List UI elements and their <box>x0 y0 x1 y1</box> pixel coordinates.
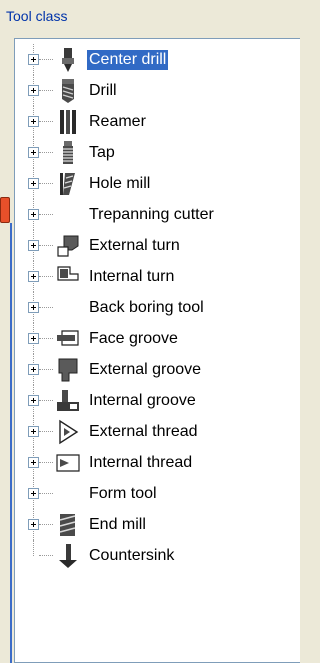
internal-thread-icon <box>55 450 81 476</box>
tree-connector <box>39 121 53 122</box>
tap-icon <box>55 140 81 166</box>
expand-plus-icon[interactable] <box>28 364 39 375</box>
tree-connector <box>39 90 53 91</box>
tree-item[interactable]: Reamer <box>15 106 301 137</box>
expand-plus-icon[interactable] <box>28 395 39 406</box>
tree-item-label: External turn <box>89 237 180 254</box>
tree-item[interactable]: End mill <box>15 509 301 540</box>
tree-item-label: Form tool <box>89 485 157 502</box>
panel-title: Tool class <box>6 8 68 24</box>
external-groove-icon <box>55 357 81 383</box>
tree-item-label: Center drill <box>87 50 169 70</box>
expand-plus-icon[interactable] <box>28 116 39 127</box>
tree-connector <box>39 400 53 401</box>
internal-turn-icon <box>55 264 81 290</box>
face-groove-icon <box>55 326 81 352</box>
reamer-icon <box>55 109 81 135</box>
tree-connector <box>39 493 53 494</box>
tree-item-label: Countersink <box>89 547 175 564</box>
tree-item[interactable]: External thread <box>15 416 301 447</box>
tree-item-label: Internal thread <box>89 454 193 471</box>
tree-connector <box>39 338 53 339</box>
panel-header: Tool class <box>0 0 300 38</box>
tree-item[interactable]: Hole mill <box>15 168 301 199</box>
expand-plus-icon[interactable] <box>28 519 39 530</box>
expand-plus-icon[interactable] <box>28 240 39 251</box>
tree-item[interactable]: Center drill <box>15 44 301 75</box>
expand-plus-icon[interactable] <box>28 302 39 313</box>
tree-connector <box>39 555 53 556</box>
tree-item-label: Back boring tool <box>89 299 204 316</box>
tree-item-label: Face groove <box>89 330 178 347</box>
tree-connector <box>39 369 53 370</box>
tree-item[interactable]: Drill <box>15 75 301 106</box>
end-mill-icon <box>55 512 81 538</box>
expand-plus-icon[interactable] <box>28 271 39 282</box>
expand-plus-icon[interactable] <box>28 147 39 158</box>
tree-item-label: External thread <box>89 423 198 440</box>
tree-item-label: External groove <box>89 361 202 378</box>
tree-item-label: Internal turn <box>89 268 175 285</box>
drill-icon <box>55 78 81 104</box>
tree-item[interactable]: Back boring tool <box>15 292 301 323</box>
tree-item[interactable]: External groove <box>15 354 301 385</box>
expand-plus-icon[interactable] <box>28 426 39 437</box>
tree-item[interactable]: Internal turn <box>15 261 301 292</box>
left-window-border <box>10 223 12 663</box>
expand-plus-icon[interactable] <box>28 488 39 499</box>
expand-plus-icon[interactable] <box>28 85 39 96</box>
tree-item-label: End mill <box>89 516 146 533</box>
external-thread-icon <box>55 419 81 445</box>
tree-item-label: Tap <box>89 144 115 161</box>
tree-connector <box>39 183 53 184</box>
expand-plus-icon[interactable] <box>28 178 39 189</box>
tree-connector <box>33 540 34 556</box>
center-drill-icon <box>55 47 81 73</box>
tree-connector <box>39 245 53 246</box>
tree-item[interactable]: Internal groove <box>15 385 301 416</box>
tree-connector <box>39 431 53 432</box>
tree-item[interactable]: Form tool <box>15 478 301 509</box>
tree-item-label: Hole mill <box>89 175 151 192</box>
expand-plus-icon[interactable] <box>28 333 39 344</box>
tree-connector <box>39 152 53 153</box>
tree-item-label: Trepanning cutter <box>89 206 214 223</box>
hole-mill-icon <box>55 171 81 197</box>
tree-item-label: Drill <box>89 82 117 99</box>
tree-connector <box>39 59 53 60</box>
tree-connector <box>39 524 53 525</box>
tree-connector <box>39 307 53 308</box>
tree-item[interactable]: Face groove <box>15 323 301 354</box>
tree-item[interactable]: Trepanning cutter <box>15 199 301 230</box>
left-window-tab[interactable] <box>0 197 10 223</box>
tree-connector <box>39 214 53 215</box>
external-turn-icon <box>55 233 81 259</box>
tree-item[interactable]: External turn <box>15 230 301 261</box>
tree-connector <box>39 276 53 277</box>
left-window-edge <box>0 38 8 663</box>
expand-plus-icon[interactable] <box>28 209 39 220</box>
tool-class-tree[interactable]: Center drill Drill Reamer Tap Hole mill Trepa… <box>14 38 300 663</box>
expand-plus-icon[interactable] <box>28 457 39 468</box>
tree-item[interactable]: Internal thread <box>15 447 301 478</box>
countersink-icon <box>55 543 81 569</box>
tree-connector <box>39 462 53 463</box>
expand-plus-icon[interactable] <box>28 54 39 65</box>
tree-item[interactable]: Tap <box>15 137 301 168</box>
internal-groove-icon <box>55 388 81 414</box>
tree-item[interactable]: Countersink <box>15 540 301 571</box>
tree-item-label: Reamer <box>89 113 146 130</box>
tree-item-label: Internal groove <box>89 392 196 409</box>
